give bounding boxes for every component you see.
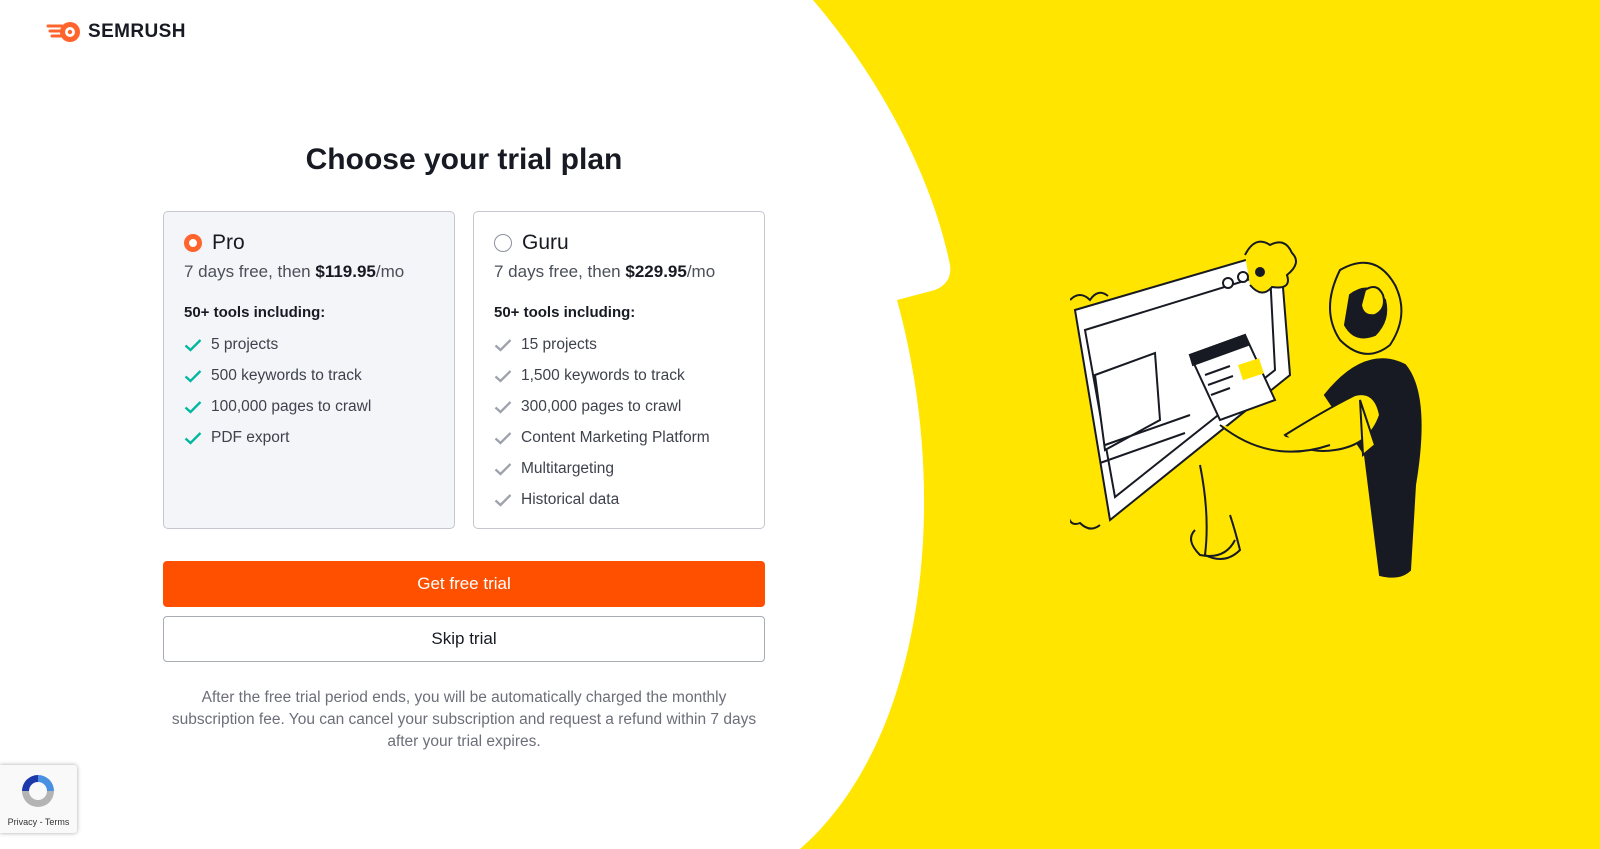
feature-label: 500 keywords to track — [211, 366, 362, 384]
trial-plan-panel: Choose your trial plan Pro 7 days free, … — [163, 140, 765, 769]
radio-icon[interactable] — [494, 234, 512, 252]
feature-label: Multitargeting — [521, 459, 615, 477]
feature-item: 1,500 keywords to track — [494, 360, 744, 391]
brand-name: SEMRUSH — [88, 21, 186, 42]
plan-options: Pro 7 days free, then $119.95/mo 50+ too… — [163, 211, 765, 529]
tools-heading: 50+ tools including: — [494, 304, 636, 321]
feature-label: 5 projects — [211, 335, 279, 353]
plan-header: Guru — [494, 231, 744, 254]
feature-list: 5 projects 500 keywords to track 100,000… — [184, 329, 434, 453]
tools-heading: 50+ tools including: — [184, 304, 326, 321]
recaptcha-badge[interactable]: Privacy - Terms — [0, 765, 77, 833]
feature-label: Content Marketing Platform — [521, 428, 710, 446]
plan-card-guru[interactable]: Guru 7 days free, then $229.95/mo 50+ to… — [473, 211, 765, 529]
check-icon — [494, 462, 512, 476]
feature-item: 100,000 pages to crawl — [184, 391, 434, 422]
feature-item: Content Marketing Platform — [494, 422, 744, 453]
feature-label: PDF export — [211, 428, 290, 446]
check-icon — [494, 431, 512, 445]
feature-list: 15 projects 1,500 keywords to track 300,… — [494, 329, 744, 515]
feature-label: 1,500 keywords to track — [521, 366, 685, 384]
price-amount: $229.95 — [625, 262, 687, 281]
price-suffix: /mo — [375, 262, 405, 281]
feature-item: 5 projects — [184, 329, 434, 360]
price-prefix: 7 days free, then — [184, 262, 316, 281]
feature-item: 500 keywords to track — [184, 360, 434, 391]
page-title: Choose your trial plan — [305, 143, 623, 176]
price-suffix: /mo — [686, 262, 716, 281]
feature-label: 15 projects — [521, 335, 597, 353]
feature-item: 15 projects — [494, 329, 744, 360]
feature-item: Multitargeting — [494, 453, 744, 484]
recaptcha-icon — [22, 775, 54, 807]
check-icon — [494, 338, 512, 352]
check-icon — [494, 400, 512, 414]
person-with-frame-illustration — [1070, 240, 1422, 578]
recaptcha-links[interactable]: Privacy - Terms — [0, 817, 77, 827]
check-icon — [184, 338, 202, 352]
plan-name: Guru — [522, 231, 569, 254]
plan-name: Pro — [212, 231, 245, 254]
skip-trial-button[interactable]: Skip trial — [163, 616, 765, 662]
feature-label: 300,000 pages to crawl — [521, 397, 682, 415]
feature-item: PDF export — [184, 422, 434, 453]
price-amount: $119.95 — [315, 262, 376, 281]
billing-disclaimer: After the free trial period ends, you wi… — [171, 689, 757, 750]
check-icon — [494, 493, 512, 507]
semrush-logo[interactable]: SEMRUSH — [46, 20, 186, 44]
feature-item: Historical data — [494, 484, 744, 515]
plan-card-pro[interactable]: Pro 7 days free, then $119.95/mo 50+ too… — [163, 211, 455, 529]
check-icon — [184, 431, 202, 445]
feature-label: Historical data — [521, 490, 620, 508]
get-free-trial-button[interactable]: Get free trial — [163, 561, 765, 607]
check-icon — [494, 369, 512, 383]
price-prefix: 7 days free, then — [494, 262, 626, 281]
feature-item: 300,000 pages to crawl — [494, 391, 744, 422]
check-icon — [184, 369, 202, 383]
plan-header: Pro — [184, 231, 434, 254]
semrush-flame-icon — [46, 22, 80, 42]
plan-price: 7 days free, then $119.95/mo — [184, 262, 434, 284]
check-icon — [184, 400, 202, 414]
plan-price: 7 days free, then $229.95/mo — [494, 262, 744, 284]
feature-label: 100,000 pages to crawl — [211, 397, 372, 415]
radio-icon[interactable] — [184, 234, 202, 252]
